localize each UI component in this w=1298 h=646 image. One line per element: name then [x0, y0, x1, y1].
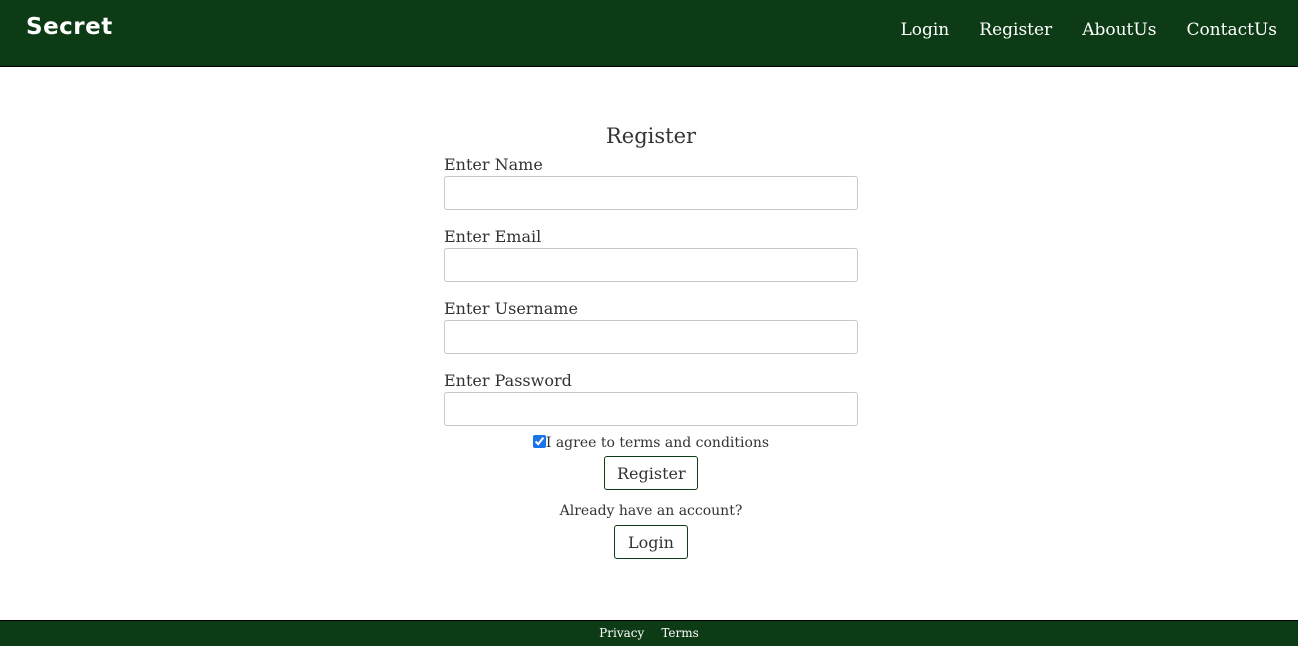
username-label: Enter Username — [444, 299, 578, 318]
nav-link-contactus[interactable]: ContactUs — [1186, 20, 1277, 40]
form-title: Register — [605, 124, 697, 148]
brand-logo[interactable]: Secret — [26, 14, 113, 40]
agree-row: I agree to terms and conditions — [444, 433, 858, 453]
footer-link-privacy[interactable]: Privacy — [599, 626, 644, 640]
login-button[interactable]: Login — [614, 525, 688, 559]
email-label: Enter Email — [444, 227, 542, 246]
name-label: Enter Name — [444, 155, 543, 174]
email-field[interactable] — [444, 248, 858, 282]
nav-link-aboutus[interactable]: AboutUs — [1082, 20, 1156, 40]
password-field[interactable] — [444, 392, 858, 426]
footer: Privacy Terms — [0, 620, 1298, 646]
name-field[interactable] — [444, 176, 858, 210]
username-field[interactable] — [444, 320, 858, 354]
agree-checkbox[interactable] — [532, 435, 546, 448]
password-label: Enter Password — [444, 371, 572, 390]
top-navbar: Secret Login Register AboutUs ContactUs — [0, 0, 1298, 67]
nav-link-register[interactable]: Register — [979, 20, 1052, 40]
agree-label: I agree to terms and conditions — [545, 435, 770, 451]
already-account-text: Already have an account? — [559, 503, 743, 519]
register-button[interactable]: Register — [604, 456, 698, 490]
register-form: Register Enter Name Enter Email Enter Us… — [444, 122, 858, 559]
nav-links: Login Register AboutUs ContactUs — [900, 20, 1277, 40]
footer-link-terms[interactable]: Terms — [661, 626, 698, 640]
nav-link-login[interactable]: Login — [900, 20, 949, 40]
